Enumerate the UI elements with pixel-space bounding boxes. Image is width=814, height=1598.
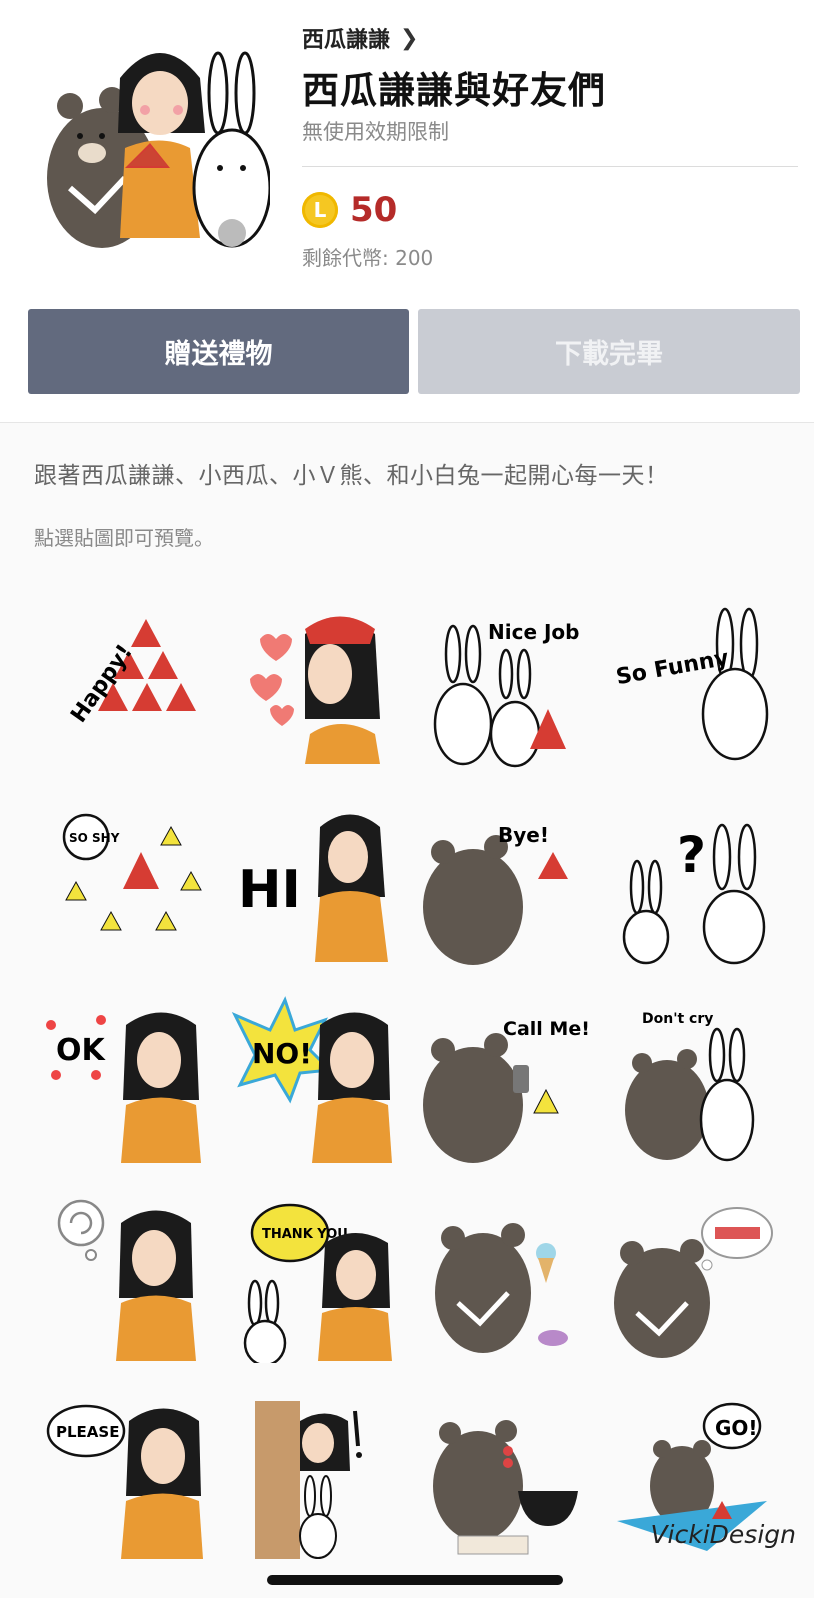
sticker-label: GO! [715,1416,758,1440]
sticker-label: Happy! [67,640,139,727]
page-title: 西瓜謙謙與好友們 [302,69,606,112]
chevron-right-icon: ❯ [400,25,419,51]
sticker-hi[interactable]: HI [221,783,410,981]
sticker-description: 跟著西瓜謙謙、小西瓜、小Ｖ熊、和小白兔一起開心每一天！ [34,463,669,489]
coin-icon: L [302,192,338,228]
sticker-happy[interactable]: Happy! [32,585,221,783]
sticker-dont-cry[interactable]: Don't cry [598,981,787,1179]
creator-name: 西瓜謙謙 [302,28,391,53]
sticker-label: NO! [252,1037,312,1070]
sticker-cover-image [40,38,272,248]
download-complete-button: 下載完畢 [418,309,800,394]
divider [302,166,798,167]
sticker-label: ? [677,826,706,884]
sticker-girl-confused[interactable] [32,1179,221,1377]
sticker-bye[interactable]: Bye! [409,783,598,981]
sticker-header: 西瓜謙謙 ❯ 西瓜謙謙與好友們 無使用效期限制 L 50 剩餘代幣: 200 贈… [0,0,814,423]
sticker-label: PLEASE [56,1423,119,1441]
sticker-no[interactable]: NO! [221,981,410,1179]
sticker-so-funny[interactable]: So Funny [598,585,787,783]
coin-balance: 剩餘代幣: 200 [302,246,434,270]
sticker-label: Don't cry [642,1011,713,1027]
sticker-label: OK [56,1033,107,1068]
validity-text: 無使用效期限制 [302,120,449,144]
sticker-thank-you[interactable]: THANK YOU [221,1179,410,1377]
price: L 50 [302,190,397,230]
creator-link[interactable]: 西瓜謙謙 ❯ [302,22,418,54]
sticker-bear-sushi[interactable] [598,1179,787,1377]
designer-signature: VickiDesign [650,1520,796,1549]
sticker-label: Nice Job [488,620,579,644]
sticker-grid: Happy! Nice Job So Funny SO SHY HI Bye! … [32,585,786,1575]
sticker-bear-icecream[interactable] [409,1179,598,1377]
sticker-ok[interactable]: OK [32,981,221,1179]
sticker-question[interactable]: ? [598,783,787,981]
sticker-call-me[interactable]: Call Me! [409,981,598,1179]
home-indicator[interactable] [267,1575,563,1585]
sticker-girl-peek[interactable] [221,1377,410,1575]
send-gift-button[interactable]: 贈送禮物 [28,309,409,394]
sticker-nice-job[interactable]: Nice Job [409,585,598,783]
sticker-please[interactable]: PLEASE [32,1377,221,1575]
sticker-bear-ramen[interactable] [409,1377,598,1575]
sticker-label: Call Me! [503,1018,588,1040]
sticker-girl-hearts[interactable] [221,585,410,783]
preview-hint: 點選貼圖即可預覽。 [34,526,214,550]
sticker-label: Bye! [498,823,549,847]
sticker-so-shy[interactable]: SO SHY [32,783,221,981]
sticker-label: HI [238,860,301,920]
price-value: 50 [350,190,398,230]
sticker-label: SO SHY [69,831,120,845]
